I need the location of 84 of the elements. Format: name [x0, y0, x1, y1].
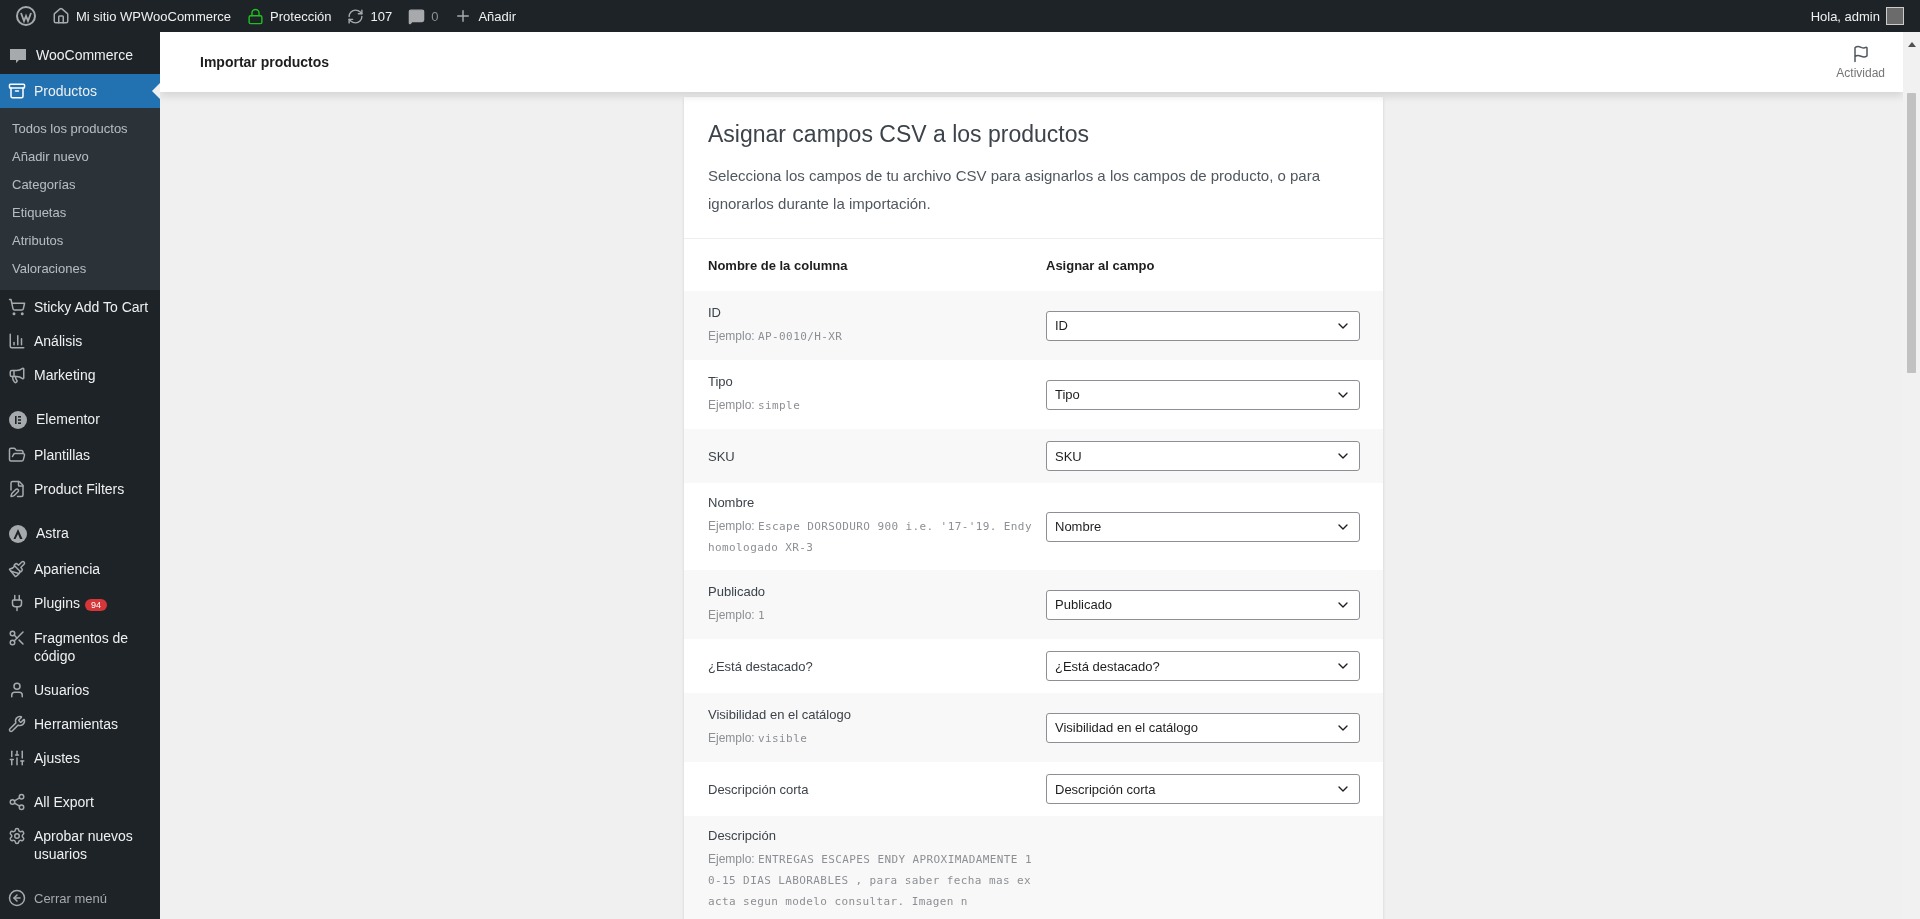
arrow-left-icon	[8, 889, 26, 907]
field-select[interactable]: Visibilidad en el catálogo	[1046, 712, 1360, 743]
sidebar-item[interactable]: Usuarios	[0, 673, 160, 707]
card-description: Selecciona los campos de tu archivo CSV para asignarlos a los campos de producto, o para ignorarlos durante la importación.	[708, 166, 1321, 214]
count-badge: 94	[84, 599, 107, 611]
field-select[interactable]: Nombre	[1046, 511, 1360, 542]
column-name: Descripción corta	[708, 781, 810, 797]
column-header: Nombre de la columna	[708, 256, 849, 275]
example-text: Ejemplo: AP-0010/H-XR	[708, 327, 844, 345]
sidebar-item[interactable]: Productos	[0, 74, 160, 108]
sidebar-item[interactable]: Herramientas	[0, 707, 160, 741]
sidebar-item[interactable]: WooCommerce	[0, 38, 160, 74]
cart-icon	[8, 298, 26, 316]
sidebar-item[interactable]: Elementor	[0, 402, 160, 438]
sidebar-item[interactable]: Plugins 94	[0, 586, 160, 621]
sidebar-item[interactable]: Aprobar nuevos usuarios	[0, 819, 160, 871]
field-select[interactable]: SKU	[1046, 441, 1360, 471]
sidebar-item[interactable]: Marketing	[0, 358, 160, 392]
refresh-icon	[347, 7, 365, 25]
edit-icon	[8, 480, 26, 498]
security-link[interactable]: Protección	[239, 0, 340, 32]
folder-icon	[8, 446, 26, 464]
sidebar-item[interactable]: Product Filters	[0, 472, 160, 506]
example-text: Ejemplo: 1	[708, 606, 767, 624]
field-select[interactable]: Descripción corta	[1046, 774, 1360, 804]
wrench-icon	[8, 715, 26, 733]
column-name: SKU	[708, 448, 736, 464]
sidebar-item[interactable]: Apariencia	[0, 552, 160, 586]
scroll-thumb[interactable]	[1907, 93, 1916, 373]
column-name: Publicado	[708, 583, 767, 599]
user-icon	[8, 681, 26, 699]
column-name: Tipo	[708, 373, 734, 389]
sidebar-item[interactable]: Plantillas	[0, 438, 160, 472]
share-icon	[8, 793, 26, 811]
example-text: Ejemplo: ENTREGAS ESCAPES ENDY APROXIMADAMENTE 10-15 DIAS LABORABLES , para saber fecha mas exacta segun modelo consultar. Imagen n	[708, 851, 1032, 910]
account-link[interactable]: Hola, admin	[1802, 0, 1912, 32]
updates-link[interactable]: 107	[339, 0, 401, 32]
logo-icon[interactable]	[16, 6, 36, 26]
activity-button[interactable]: Actividad	[1830, 43, 1891, 81]
bar-chart-icon	[8, 332, 26, 350]
circle-bars-icon	[8, 410, 28, 430]
submenu-item[interactable]: Todos los productos	[0, 115, 160, 143]
submenu-item[interactable]: Atributos	[0, 227, 160, 255]
comment-icon	[408, 7, 426, 25]
submenu-item[interactable]: Categorías	[0, 171, 160, 199]
sidebar-item[interactable]: Fragmentos de código	[0, 621, 160, 673]
megaphone-icon	[8, 366, 26, 384]
sidebar-item[interactable]: All Export	[0, 785, 160, 819]
sliders-icon	[8, 749, 26, 767]
sidebar-item[interactable]: Análisis	[0, 324, 160, 358]
box-icon	[8, 82, 26, 100]
settings-icon	[8, 827, 26, 845]
field-select[interactable]: Tipo	[1046, 379, 1360, 410]
avatar	[1886, 7, 1904, 25]
example-text: Ejemplo: visible	[708, 729, 809, 747]
column-name: ¿Está destacado?	[708, 658, 814, 674]
field-select[interactable]: ID	[1046, 310, 1360, 341]
example-text: Ejemplo: Escape DORSODURO 900 i.e. '17-'19. Endy homologado XR-3	[708, 518, 1032, 556]
example-text: Ejemplo: simple	[708, 396, 802, 414]
speech-bubble-icon	[8, 46, 28, 66]
submenu-item[interactable]: Añadir nuevo	[0, 143, 160, 171]
submenu-item[interactable]: Valoraciones	[0, 255, 160, 283]
column-name: ID	[708, 304, 722, 320]
column-name: Visibilidad en el catálogo	[708, 706, 852, 722]
lock-icon	[247, 7, 265, 25]
page-title: Importar productos	[200, 54, 330, 70]
sidebar-item[interactable]: Ajustes	[0, 741, 160, 775]
sidebar-item[interactable]: Sticky Add To Cart	[0, 290, 160, 324]
home-icon	[52, 7, 70, 25]
flag-icon	[1851, 44, 1870, 63]
field-select[interactable]: ¿Está destacado?	[1046, 651, 1360, 681]
submenu-item[interactable]: Etiquetas	[0, 199, 160, 227]
sidebar-item[interactable]: Astra	[0, 516, 160, 552]
site-link[interactable]: Mi sitio WPWooCommerce	[44, 0, 240, 32]
scissors-icon	[8, 629, 26, 647]
brush-icon	[8, 560, 26, 578]
collapse-menu-link[interactable]: Cerrar menú	[0, 881, 160, 915]
field-select[interactable]: Publicado	[1046, 589, 1360, 620]
column-name: Nombre	[708, 495, 756, 510]
comments-link[interactable]: 0	[400, 0, 447, 32]
new-link[interactable]: Añadir	[446, 0, 524, 32]
column-header: Asignar al campo	[1046, 256, 1156, 275]
column-name: Descripción	[708, 828, 777, 843]
card-title: Asignar campos CSV a los productos	[708, 121, 1090, 148]
